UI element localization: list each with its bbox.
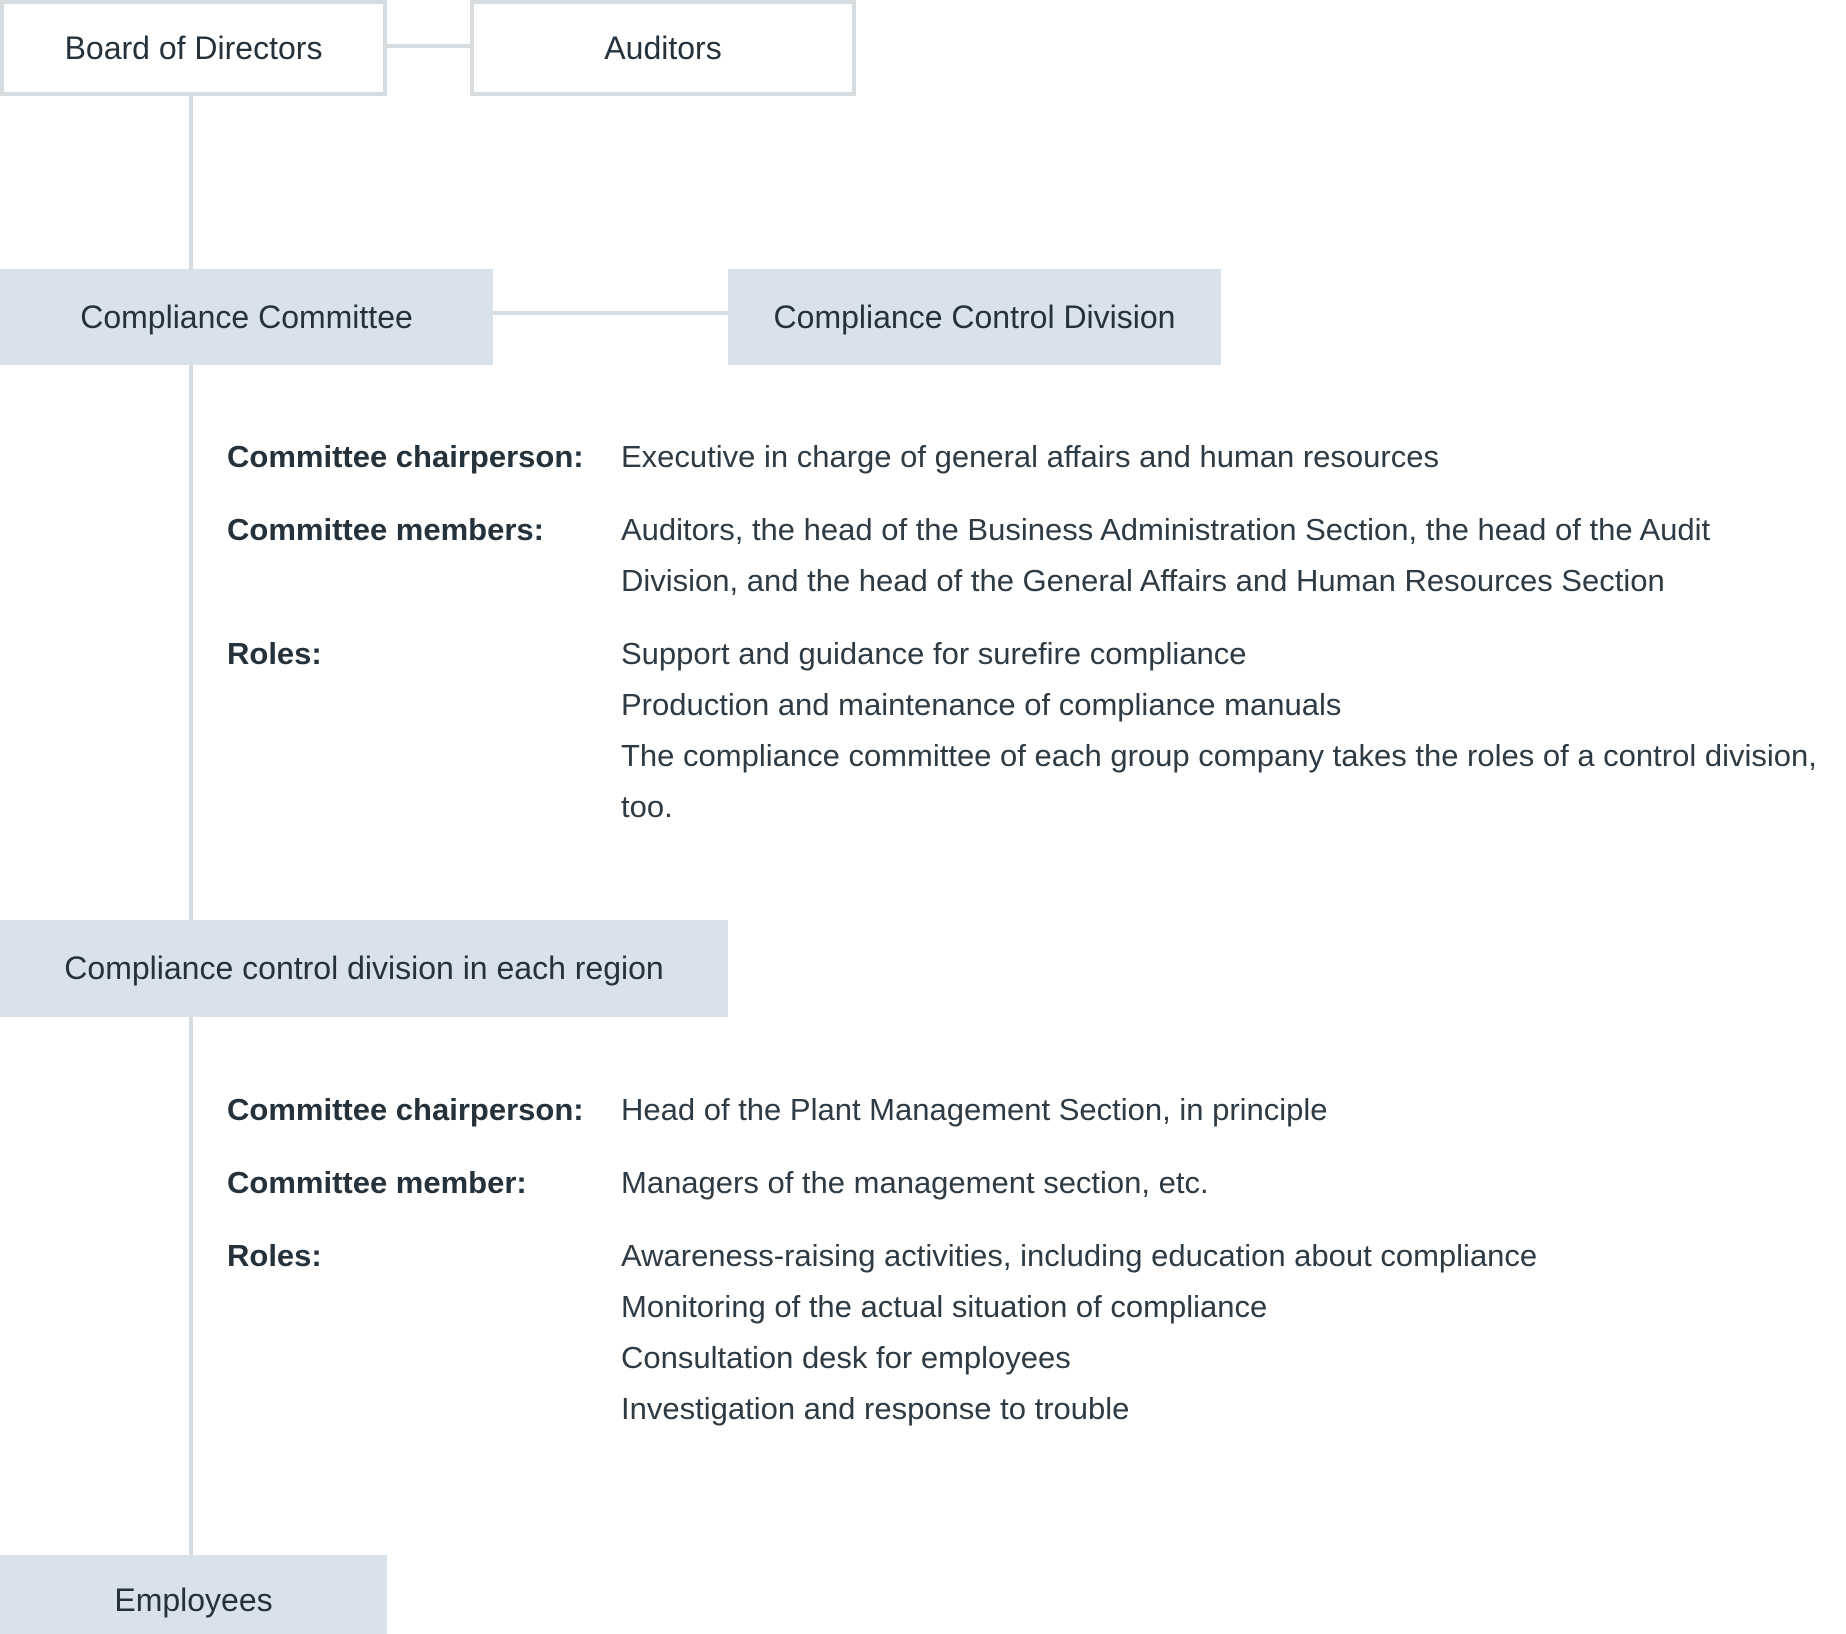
- role-item: Awareness-raising activities, including …: [621, 1238, 1538, 1273]
- detail-label: Committee chairperson:: [227, 1092, 584, 1127]
- node-compliance-control-division: Compliance Control Division: [728, 269, 1221, 365]
- detail-row-members: Committee members: Auditors, the head of…: [227, 504, 1827, 606]
- roles-list: Awareness-raising activities, including …: [621, 1230, 1827, 1434]
- role-item: Support and guidance for surefire compli…: [621, 636, 1247, 671]
- detail-row-roles: Roles: Support and guidance for surefire…: [227, 628, 1827, 832]
- committee-details: Committee chairperson: Executive in char…: [227, 431, 1827, 854]
- detail-value: Head of the Plant Management Section, in…: [621, 1092, 1328, 1127]
- role-item: Investigation and response to trouble: [621, 1391, 1130, 1426]
- detail-row-member: Committee member: Managers of the manage…: [227, 1157, 1827, 1208]
- role-item: Consultation desk for employees: [621, 1340, 1071, 1375]
- node-label: Compliance Control Division: [773, 298, 1176, 335]
- detail-label: Roles:: [227, 636, 322, 671]
- node-label: Employees: [114, 1582, 273, 1618]
- node-label: Compliance Committee: [80, 298, 413, 335]
- node-label: Compliance control division in each regi…: [64, 950, 664, 986]
- roles-list: Support and guidance for surefire compli…: [621, 628, 1827, 832]
- detail-label: Committee members:: [227, 512, 544, 547]
- detail-label: Committee chairperson:: [227, 439, 584, 474]
- role-item: The compliance committee of each group c…: [621, 738, 1817, 824]
- node-regional-division: Compliance control division in each regi…: [0, 920, 728, 1017]
- node-employees: Employees: [0, 1555, 387, 1634]
- detail-value: Managers of the management section, etc.: [621, 1165, 1209, 1200]
- node-label: Auditors: [604, 29, 722, 66]
- connector-board-auditors: [387, 44, 470, 48]
- connector-committee-division: [493, 311, 728, 315]
- detail-value: Executive in charge of general affairs a…: [621, 439, 1439, 474]
- detail-row-chairperson: Committee chairperson: Head of the Plant…: [227, 1084, 1827, 1135]
- detail-label: Roles:: [227, 1238, 322, 1273]
- detail-row-roles: Roles: Awareness-raising activities, inc…: [227, 1230, 1827, 1434]
- role-item: Monitoring of the actual situation of co…: [621, 1289, 1268, 1324]
- detail-label: Committee member:: [227, 1165, 527, 1200]
- node-auditors: Auditors: [470, 0, 856, 96]
- role-item: Production and maintenance of compliance…: [621, 687, 1342, 722]
- detail-value: Auditors, the head of the Business Admin…: [621, 512, 1711, 598]
- regional-details: Committee chairperson: Head of the Plant…: [227, 1084, 1827, 1456]
- node-label: Board of Directors: [64, 29, 323, 66]
- detail-row-chairperson: Committee chairperson: Executive in char…: [227, 431, 1827, 482]
- node-compliance-committee: Compliance Committee: [0, 269, 493, 365]
- node-board-of-directors: Board of Directors: [0, 0, 387, 96]
